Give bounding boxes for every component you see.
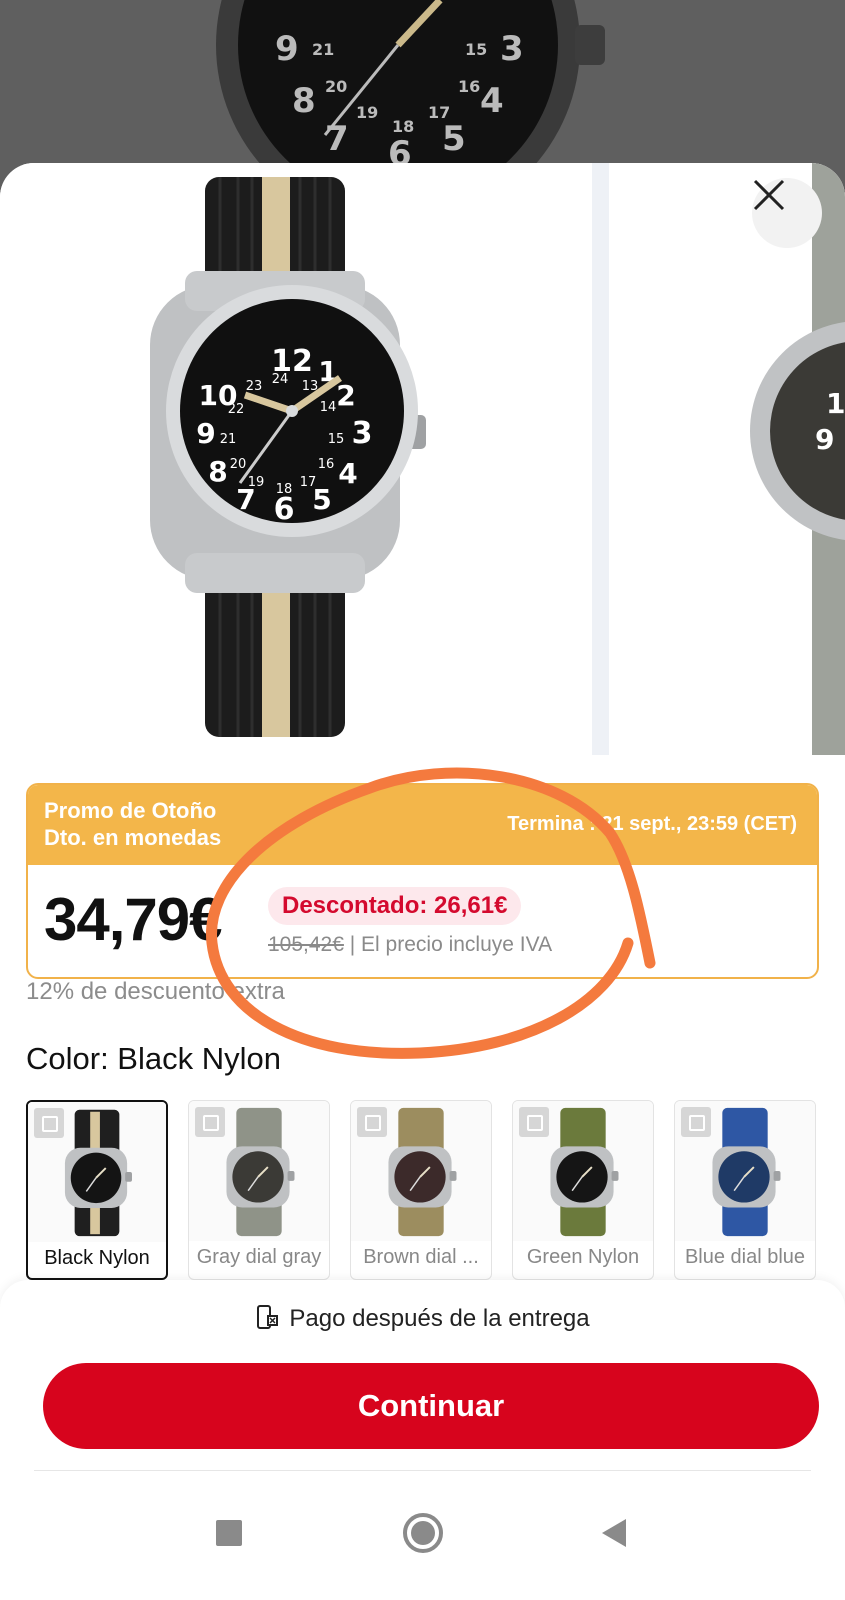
svg-text:20: 20 [325, 77, 347, 96]
svg-text:20: 20 [230, 457, 247, 472]
svg-text:16: 16 [458, 77, 480, 96]
nav-home-button[interactable] [398, 1508, 448, 1558]
variant-label: Gray dial gray [196, 1246, 322, 1268]
product-options-sheet: 12 1 2 3 4 5 6 7 8 9 10 24 23 13 14 15 16 1… [0, 163, 845, 1600]
svg-text:24: 24 [272, 372, 289, 387]
current-price: 34,79€ [44, 886, 223, 953]
color-variant[interactable]: Blue dial blue [674, 1100, 816, 1280]
extra-discount-text: 12% de descuento extra [26, 978, 285, 1005]
svg-text:15: 15 [465, 40, 487, 59]
zoom-icon[interactable] [34, 1108, 64, 1138]
discount-badge: Descontado: 26,61€ [268, 887, 522, 925]
nav-square-icon [216, 1520, 242, 1546]
pay-after-label: Pago después de la entrega [289, 1305, 590, 1332]
divider [34, 1470, 811, 1471]
color-variant[interactable]: Gray dial gray [188, 1100, 330, 1280]
svg-text:9: 9 [196, 417, 215, 450]
nav-circle-icon [403, 1513, 443, 1553]
variant-label: Blue dial blue [684, 1246, 806, 1268]
footer: Pago después de la entrega Continuar [0, 1280, 845, 1600]
svg-text:23: 23 [246, 379, 263, 394]
promo-header: Promo de Otoño Dto. en monedas Termina :… [28, 785, 817, 865]
svg-text:21: 21 [220, 432, 237, 447]
svg-text:9: 9 [275, 29, 299, 69]
original-price: 105,42€ [268, 933, 344, 956]
svg-text:4: 4 [480, 81, 504, 121]
original-price-line: 105,42€ | El precio incluye IVA [268, 933, 552, 957]
promo-card: Promo de Otoño Dto. en monedas Termina :… [26, 783, 819, 979]
svg-text:19: 19 [248, 475, 265, 490]
promo-title: Promo de Otoño Dto. en monedas [44, 798, 222, 850]
svg-text:18: 18 [276, 482, 293, 497]
zoom-icon[interactable] [681, 1107, 711, 1137]
svg-text:8: 8 [208, 455, 227, 488]
close-icon [753, 179, 785, 211]
variant-label: Black Nylon [44, 1247, 150, 1269]
system-nav-bar [0, 1480, 845, 1600]
svg-text:7: 7 [325, 119, 349, 159]
zoom-icon[interactable] [195, 1107, 225, 1137]
nav-recents-button[interactable] [204, 1508, 254, 1558]
svg-text:16: 16 [318, 457, 335, 472]
variant-label: Brown dial ... [363, 1246, 479, 1268]
promo-end-time: Termina : 21 sept., 23:59 (CET) [507, 813, 797, 835]
nav-back-button[interactable] [590, 1508, 640, 1558]
svg-text:3: 3 [500, 29, 524, 69]
svg-text:9: 9 [815, 423, 834, 456]
variant-label: Green Nylon [526, 1246, 640, 1268]
svg-text:8: 8 [292, 81, 316, 121]
svg-text:2: 2 [336, 379, 355, 412]
zoom-icon[interactable] [519, 1107, 549, 1137]
color-variant[interactable]: Green Nylon [512, 1100, 654, 1280]
nav-back-icon [602, 1519, 626, 1547]
svg-text:3: 3 [352, 416, 373, 451]
svg-text:17: 17 [428, 103, 450, 122]
color-variant[interactable]: Brown dial ... [350, 1100, 492, 1280]
pay-after-delivery: Pago después de la entrega [0, 1304, 845, 1333]
svg-text:10: 10 [826, 387, 845, 420]
close-button[interactable] [752, 178, 822, 248]
zoom-icon[interactable] [357, 1107, 387, 1137]
svg-text:15: 15 [328, 432, 345, 447]
payment-icon [257, 1305, 279, 1329]
svg-text:19: 19 [356, 103, 378, 122]
product-image-gallery[interactable]: 12 1 2 3 4 5 6 7 8 9 10 24 23 13 14 15 16 1… [0, 163, 845, 755]
svg-text:17: 17 [300, 475, 317, 490]
watch-image: 12 1 2 3 4 5 6 7 8 9 10 2423 1314 1516 1… [150, 163, 845, 755]
svg-text:4: 4 [338, 457, 357, 490]
color-variant[interactable]: Black Nylon [26, 1100, 168, 1280]
svg-text:6: 6 [274, 492, 295, 527]
vat-note: | El precio incluye IVA [343, 933, 553, 956]
svg-text:5: 5 [442, 119, 466, 159]
continue-button[interactable]: Continuar [43, 1363, 819, 1449]
color-variants: Black Nylon Gray dial gray Brown dial ..… [26, 1100, 826, 1280]
color-label: Color: Black Nylon [26, 1041, 281, 1076]
svg-text:14: 14 [320, 400, 337, 415]
svg-text:22: 22 [228, 402, 245, 417]
svg-text:18: 18 [392, 117, 414, 136]
svg-text:21: 21 [312, 40, 334, 59]
